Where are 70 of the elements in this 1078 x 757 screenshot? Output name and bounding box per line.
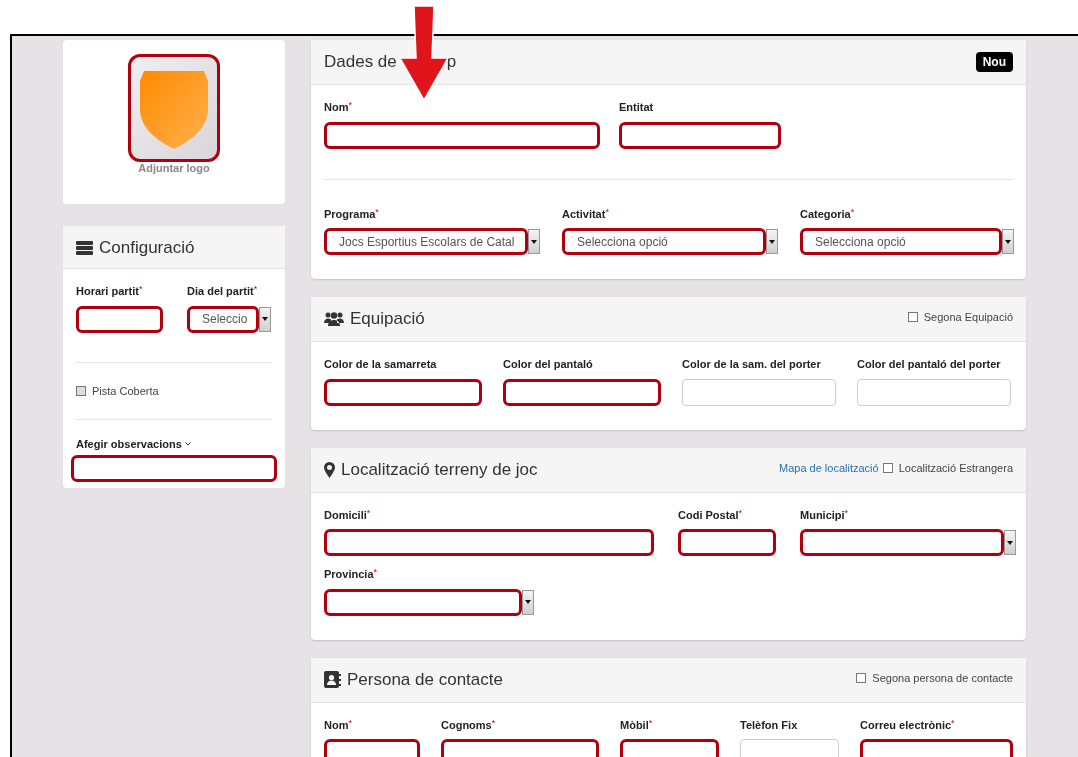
field-label: Correu electrònic* xyxy=(860,716,956,733)
input-field[interactable] xyxy=(619,121,781,149)
select-field[interactable]: Selecciona opció xyxy=(800,228,1002,255)
checkbox-label[interactable]: Pista Coberta xyxy=(92,382,159,399)
chevron-icon xyxy=(184,442,191,447)
contact-book-icon xyxy=(324,671,341,688)
dropdown-button[interactable] xyxy=(259,306,271,332)
dropdown-button[interactable] xyxy=(1002,229,1014,254)
field-label: Categoria* xyxy=(800,205,856,222)
field-label: Municipi* xyxy=(800,506,850,523)
logo-upload[interactable] xyxy=(128,54,220,162)
card-title: Configuració xyxy=(99,237,195,260)
checkbox-label[interactable]: Segona persona de contacte xyxy=(872,669,1013,686)
field-label: Programa* xyxy=(324,205,380,222)
input-field[interactable] xyxy=(71,454,277,482)
card-title: Dades de xyxy=(324,51,397,74)
select-field[interactable]: Jocs Esportius Escolars de Catal xyxy=(324,228,528,255)
caret-icon xyxy=(1005,239,1011,244)
server-icon xyxy=(76,241,93,255)
input-field[interactable] xyxy=(678,529,776,556)
caret-icon xyxy=(769,239,775,244)
new-badge: Nou xyxy=(975,52,1013,72)
field-label: Color de la samarreta xyxy=(324,357,438,372)
field-label: Entitat xyxy=(619,100,655,115)
card-title: Equipació xyxy=(350,308,425,331)
input-field[interactable] xyxy=(76,305,163,333)
select-field[interactable]: Seleccio xyxy=(187,305,259,333)
card-title: p xyxy=(446,51,457,74)
field-label: Nom* xyxy=(324,716,353,733)
field-label: Mòbil* xyxy=(620,716,654,733)
select-field[interactable]: Selecciona opció xyxy=(562,228,766,255)
field-label: Horari partit* xyxy=(76,283,144,299)
input-field[interactable] xyxy=(324,121,600,149)
field-label: Cognoms* xyxy=(441,716,497,733)
caret-icon xyxy=(1007,540,1013,545)
field-label: Codi Postal* xyxy=(678,506,744,523)
card-title: Localització terreny de joc xyxy=(341,458,538,481)
dropdown-button[interactable] xyxy=(766,229,778,254)
notes-toggle[interactable]: Afegir observacions xyxy=(76,436,272,453)
input-field[interactable] xyxy=(503,378,661,406)
field-label: Telèfon Fix xyxy=(740,717,799,733)
checkbox[interactable] xyxy=(856,672,867,683)
checkbox[interactable] xyxy=(907,312,918,323)
dropdown-button[interactable] xyxy=(1004,530,1016,555)
field-label: Activitat* xyxy=(562,205,610,222)
checkbox-label[interactable]: Segona Equipació xyxy=(923,309,1013,326)
field-label: Nom* xyxy=(324,99,353,115)
logo-caption[interactable]: Adjuntar logo xyxy=(138,160,210,177)
caret-icon xyxy=(525,600,531,604)
input-field[interactable] xyxy=(324,378,482,406)
users-icon xyxy=(324,311,344,327)
map-pin-icon xyxy=(324,461,335,478)
field-label: Provincia* xyxy=(324,566,379,582)
card-title: Persona de contacte xyxy=(347,668,503,691)
select-field[interactable] xyxy=(324,588,522,616)
dropdown-button[interactable] xyxy=(522,589,534,615)
checkbox-label[interactable]: Localització Estrangera xyxy=(898,459,1013,476)
input-field[interactable] xyxy=(324,529,654,556)
checkbox[interactable] xyxy=(76,385,86,396)
field-label: Color del pantaló xyxy=(503,357,594,372)
field-label: Dia del partit* xyxy=(187,283,259,299)
select-field[interactable] xyxy=(800,529,1004,556)
field-label: Color de la sam. del porter xyxy=(682,357,822,372)
dropdown-button[interactable] xyxy=(528,229,540,254)
caret-icon xyxy=(531,239,537,244)
field-label: Domicili* xyxy=(324,506,372,523)
map-link[interactable]: Mapa de localització xyxy=(779,459,879,476)
caret-icon xyxy=(262,317,268,321)
checkbox[interactable] xyxy=(882,462,893,473)
field-label: Color del pantaló del porter xyxy=(857,357,1002,372)
